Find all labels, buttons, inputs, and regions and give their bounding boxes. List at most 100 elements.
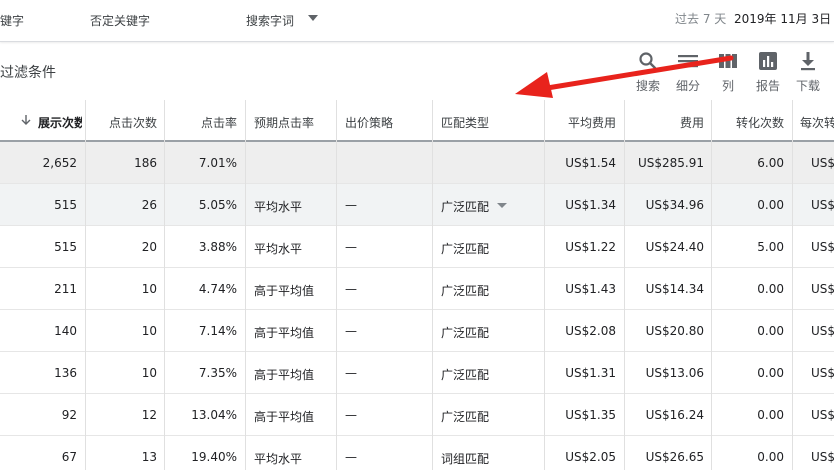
cell-avg-cpc: US$1.31	[565, 366, 616, 380]
cell-expected-ctr: 高于平均值	[254, 368, 315, 382]
reports-button[interactable]: 报告	[748, 50, 788, 94]
cell-cost: US$20.80	[645, 324, 704, 338]
cell-match-type[interactable]: 广泛匹配	[441, 282, 541, 299]
reports-label: 报告	[755, 79, 780, 93]
header-clicks[interactable]: 点击次数	[86, 114, 157, 131]
cell-impressions: 515	[54, 198, 77, 212]
cell-impressions: 2,652	[42, 156, 77, 170]
column-divider	[85, 100, 86, 470]
cell-expected-ctr: 平均水平	[254, 200, 303, 214]
download-button[interactable]: 下载	[788, 50, 828, 94]
filter-label[interactable]: 过滤条件	[0, 62, 56, 82]
cell-conversions: 0.00	[757, 198, 784, 212]
cell-avg-cpc: US$1.54	[565, 156, 616, 170]
cell-cost-per-conv: US$	[811, 450, 834, 464]
cell-clicks: 12	[141, 408, 157, 422]
cell-avg-cpc: US$1.22	[565, 240, 616, 254]
table-row[interactable]: 515 26 5.05% 平均水平 — 广泛匹配 US$1.34 US$34.96 0.00 US…	[0, 184, 834, 226]
header-conversions[interactable]: 转化次数	[712, 114, 784, 131]
cell-cost: US$14.34	[645, 282, 704, 296]
cell-avg-cpc: US$2.08	[565, 324, 616, 338]
annotation-arrow	[515, 55, 734, 98]
cell-conversions: 5.00	[757, 240, 784, 254]
cell-conversions: 0.00	[757, 366, 784, 380]
cell-clicks: 20	[141, 240, 157, 254]
cell-expected-ctr: 高于平均值	[254, 326, 315, 340]
tab-search-terms[interactable]: 搜索字词	[246, 12, 294, 29]
cell-conversions: 0.00	[757, 324, 784, 338]
cell-match-type[interactable]: 广泛匹配	[441, 324, 541, 341]
cell-bid-strategy: —	[345, 324, 357, 338]
cell-conversions: 6.00	[757, 156, 784, 170]
download-icon	[788, 50, 828, 72]
cell-cost-per-conv: US$	[811, 282, 834, 296]
tab-negative-keywords[interactable]: 否定关键字	[90, 12, 150, 29]
cell-clicks: 10	[141, 366, 157, 380]
table-header: 展示次数 点击次数 点击率 预期点击率 出价策略 匹配类型 平均费用 费用 转化…	[0, 100, 834, 142]
cell-impressions: 515	[54, 240, 77, 254]
cell-cost-per-conv: US$	[811, 198, 834, 212]
cell-match-type[interactable]: 广泛匹配	[441, 366, 541, 383]
table-row[interactable]: 211 10 4.74% 高于平均值 — 广泛匹配 US$1.43 US$14.34 0.00 U…	[0, 268, 834, 310]
cell-avg-cpc: US$1.34	[565, 198, 616, 212]
cell-cost: US$34.96	[645, 198, 704, 212]
cell-cost: US$24.40	[645, 240, 704, 254]
cell-ctr: 7.14%	[198, 324, 237, 338]
cell-bid-strategy: —	[345, 282, 357, 296]
cell-ctr: 7.35%	[198, 366, 237, 380]
cell-impressions: 67	[61, 450, 77, 464]
cell-clicks: 10	[141, 324, 157, 338]
tab-keywords[interactable]: 键字	[0, 12, 24, 29]
cell-match-type[interactable]: 广泛匹配	[441, 408, 541, 425]
caret-down-icon[interactable]	[497, 203, 507, 208]
cell-expected-ctr: 平均水平	[254, 452, 303, 466]
cell-impressions: 136	[54, 366, 77, 380]
cell-clicks: 13	[141, 450, 157, 464]
total-row: 2,652 186 7.01% US$1.54 US$285.91 6.00 US$	[0, 142, 834, 184]
cell-cost-per-conv: US$	[811, 366, 834, 380]
cell-ctr: 13.04%	[191, 408, 237, 422]
table-row[interactable]: 515 20 3.88% 平均水平 — 广泛匹配 US$1.22 US$24.40 5.00 US…	[0, 226, 834, 268]
cell-cost: US$13.06	[645, 366, 704, 380]
cell-bid-strategy: —	[345, 408, 357, 422]
header-impressions[interactable]: 展示次数	[38, 114, 82, 131]
cell-bid-strategy: —	[345, 240, 357, 254]
cell-cost-per-conv: US$	[811, 324, 834, 338]
cell-cost: US$285.91	[637, 156, 704, 170]
header-cost-per-conversion[interactable]: 每次转化费用	[800, 114, 834, 131]
column-divider	[245, 100, 246, 470]
column-divider	[711, 100, 712, 470]
arrow-down-icon[interactable]	[20, 114, 32, 129]
cell-impressions: 140	[54, 324, 77, 338]
header-match-type[interactable]: 匹配类型	[441, 114, 489, 131]
column-divider	[336, 100, 337, 470]
column-divider	[792, 100, 793, 470]
cell-clicks: 26	[141, 198, 157, 212]
cell-match-type[interactable]: 广泛匹配	[441, 240, 541, 257]
header-ctr[interactable]: 点击率	[165, 114, 237, 131]
date-range-value[interactable]: 2019年 11月 3日	[734, 10, 831, 27]
cell-avg-cpc: US$2.05	[565, 450, 616, 464]
table-row[interactable]: 67 13 19.40% 平均水平 — 词组匹配 US$2.05 US$26.65 0.00 US…	[0, 436, 834, 470]
cell-avg-cpc: US$1.35	[565, 408, 616, 422]
cell-expected-ctr: 平均水平	[254, 242, 303, 256]
header-cost[interactable]: 费用	[625, 114, 704, 131]
table-row[interactable]: 92 12 13.04% 高于平均值 — 广泛匹配 US$1.35 US$16.24 0.00 U…	[0, 394, 834, 436]
cell-ctr: 4.74%	[198, 282, 237, 296]
column-divider	[432, 100, 433, 470]
date-range-label[interactable]: 过去 7 天	[675, 10, 726, 27]
cell-ctr: 5.05%	[198, 198, 237, 212]
cell-cost-per-conv: US$	[811, 408, 834, 422]
chevron-down-icon[interactable]	[308, 15, 318, 21]
column-divider	[544, 100, 545, 470]
table-row[interactable]: 140 10 7.14% 高于平均值 — 广泛匹配 US$2.08 US$20.80 0.00 U…	[0, 310, 834, 352]
table-row[interactable]: 136 10 7.35% 高于平均值 — 广泛匹配 US$1.31 US$13.06 0.00 U…	[0, 352, 834, 394]
cell-match-type[interactable]: 词组匹配	[441, 450, 541, 467]
top-nav-bar: 键字 否定关键字 搜索字词 过去 7 天 2019年 11月 3日	[0, 0, 834, 42]
header-bid-strategy[interactable]: 出价策略	[345, 114, 393, 131]
header-expected-ctr[interactable]: 预期点击率	[254, 114, 314, 131]
cell-avg-cpc: US$1.43	[565, 282, 616, 296]
cell-match-type[interactable]: 广泛匹配	[441, 198, 541, 215]
cell-expected-ctr: 高于平均值	[254, 284, 315, 298]
header-avg-cpc[interactable]: 平均费用	[545, 114, 616, 131]
